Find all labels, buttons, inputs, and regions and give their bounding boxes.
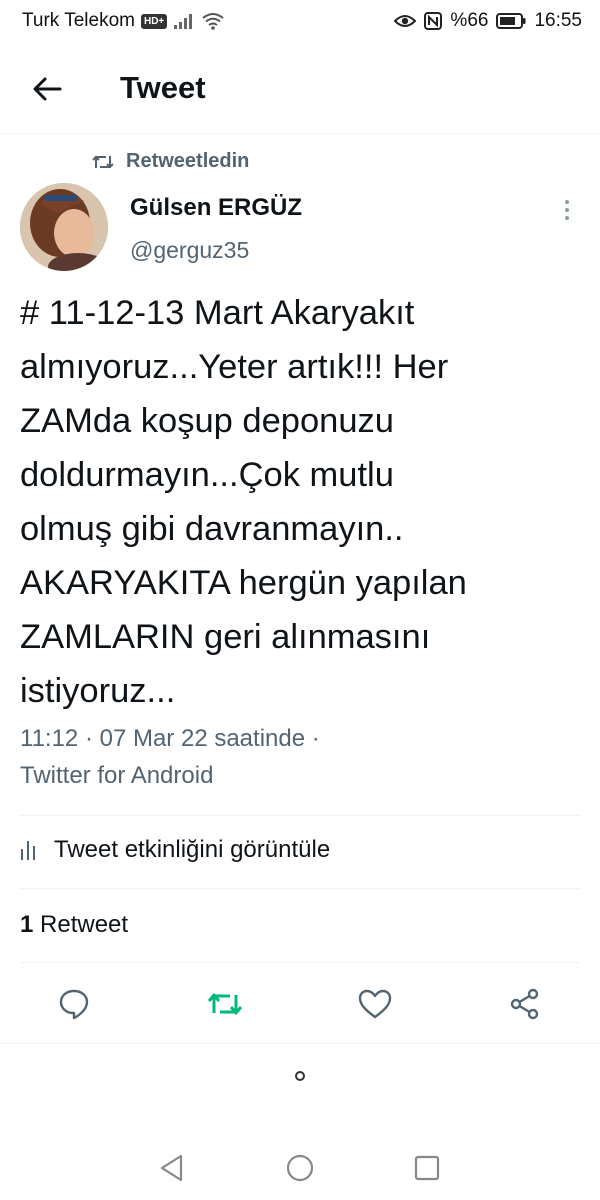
view-activity-label: Tweet etkinliğini görüntüle — [54, 836, 331, 863]
carrier-name: Turk Telekom — [22, 10, 135, 31]
heart-icon — [358, 989, 392, 1019]
nav-back-button[interactable] — [152, 1148, 192, 1188]
avatar-image — [20, 183, 108, 271]
tweet-text-line: ZAMda koşup deponuzu — [20, 402, 394, 440]
divider — [0, 1043, 600, 1044]
retweet-icon — [207, 993, 243, 1015]
eye-icon — [394, 15, 417, 27]
tweet-text-line: olmuş gibi davranmayın.. — [20, 510, 404, 548]
divider — [20, 888, 580, 889]
battery-icon — [496, 13, 526, 29]
nfc-icon — [424, 12, 443, 30]
battery-percent: %66 — [450, 10, 489, 31]
system-nav-bar — [0, 1140, 600, 1200]
status-bar: Turk Telekom HD+ %66 16:55 — [0, 0, 600, 44]
tweet-text-line: almıyoruz...Yeter artık!!! Her — [20, 348, 449, 386]
view-activity-button[interactable]: Tweet etkinliğini görüntüle — [20, 836, 330, 864]
tweet-text-line: AKARYAKITA hergün yapılan — [20, 564, 467, 602]
wifi-icon — [202, 13, 224, 30]
page-title: Tweet — [120, 70, 206, 105]
retweet-context: Retweetledin — [92, 150, 249, 173]
tweet-source[interactable]: Twitter for Android — [20, 762, 213, 790]
page-indicator — [295, 1071, 305, 1081]
divider — [20, 815, 580, 816]
tweet-text-line: istiyoruz... — [20, 672, 176, 710]
square-recents-icon — [414, 1155, 440, 1181]
author-name[interactable]: Gülsen ERGÜZ — [130, 194, 302, 222]
retweet-icon — [92, 155, 114, 168]
circle-home-icon — [286, 1154, 314, 1182]
more-dot — [565, 208, 569, 212]
divider — [20, 962, 580, 963]
network-badge: HD+ — [140, 13, 168, 29]
back-button[interactable] — [24, 66, 70, 112]
avatar[interactable] — [20, 183, 108, 271]
clock: 16:55 — [534, 10, 582, 31]
more-options-button[interactable] — [556, 196, 578, 224]
retweet-context-label: Retweetledin — [126, 150, 250, 172]
reply-button[interactable] — [52, 982, 96, 1026]
nav-home-button[interactable] — [280, 1148, 320, 1188]
tweet-text-line: doldurmayın...Çok mutlu — [20, 456, 394, 494]
like-button[interactable] — [353, 982, 397, 1026]
tweet-timestamp[interactable]: 11:12 · 07 Mar 22 saatinde · — [20, 725, 320, 753]
reply-icon — [59, 989, 89, 1020]
tweet-text-line: ZAMLARIN geri alınmasını — [20, 618, 431, 656]
more-vertical-icon — [565, 200, 569, 204]
tweet-text: # 11-12-13 Mart Akaryakıt almıyoruz...Ye… — [20, 286, 590, 718]
arrow-left-icon — [33, 77, 62, 101]
more-dot — [565, 216, 569, 220]
share-icon — [510, 988, 539, 1020]
retweet-count[interactable]: 1 Retweet — [20, 911, 128, 939]
signal-icon — [174, 14, 193, 29]
author-handle[interactable]: @gerguz35 — [130, 237, 249, 264]
app-header: Tweet — [0, 44, 600, 134]
bar-chart-icon — [21, 841, 35, 860]
share-button[interactable] — [503, 982, 547, 1026]
nav-recents-button[interactable] — [407, 1148, 447, 1188]
triangle-back-icon — [160, 1154, 183, 1182]
retweet-count-value: 1 — [20, 911, 34, 938]
retweet-count-label: Retweet — [40, 911, 129, 938]
tweet-text-line: # 11-12-13 Mart Akaryakıt — [20, 294, 415, 332]
retweet-button[interactable] — [203, 982, 247, 1026]
